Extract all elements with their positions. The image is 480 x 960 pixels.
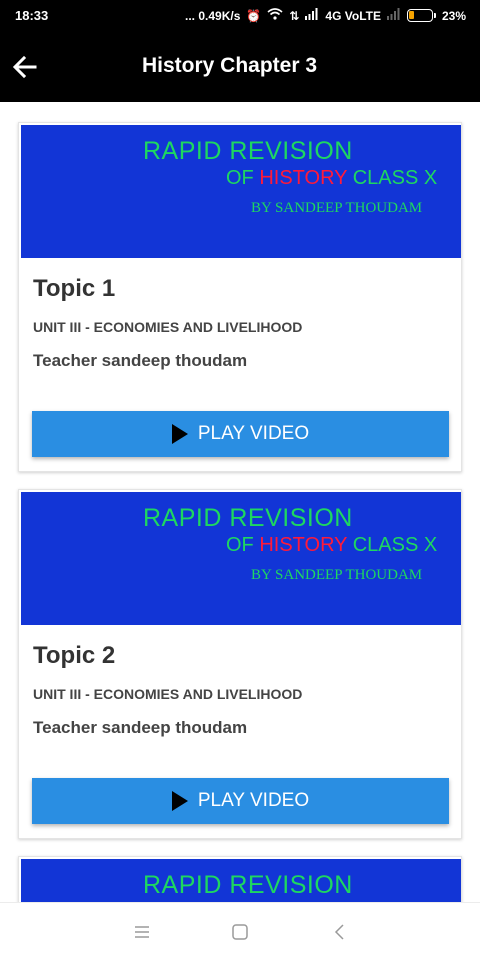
- menu-icon[interactable]: [130, 921, 154, 943]
- topic-title: Topic 2: [33, 642, 116, 669]
- thumbnail-line1: RAPID REVISION: [143, 871, 353, 899]
- topic-title: Topic 1: [33, 275, 116, 302]
- data-transfer-icon: ⇅: [289, 8, 300, 23]
- video-card: RAPID REVISION OF HISTORY CLASS X BY SAN…: [18, 489, 462, 839]
- unit-label: UNIT III - ECONOMIES AND LIVELIHOOD: [33, 319, 303, 335]
- video-thumbnail[interactable]: RAPID REVISION OF HISTORY CLASS X: [21, 859, 461, 902]
- video-thumbnail[interactable]: RAPID REVISION OF HISTORY CLASS X BY SAN…: [21, 125, 461, 258]
- battery-percent: 23%: [441, 8, 466, 23]
- play-icon: [171, 424, 188, 444]
- play-video-label: PLAY VIDEO: [197, 423, 310, 444]
- thumbnail-line2: OF HISTORY CLASS X: [226, 167, 438, 189]
- teacher-label: Teacher sandeep thoudam: [33, 718, 248, 737]
- thumbnail-line1: RAPID REVISION: [143, 504, 353, 532]
- net-speed: ... 0.49K/s: [185, 8, 241, 23]
- play-video-button[interactable]: PLAY VIDEO: [32, 778, 449, 824]
- signal-weak-icon: [386, 8, 401, 23]
- play-video-label: PLAY VIDEO: [197, 790, 310, 811]
- thumbnail-line1: RAPID REVISION: [143, 137, 353, 165]
- square-home-icon[interactable]: [228, 921, 252, 943]
- status-icons: ... 0.49K/s ⏰ ⇅ 4G VoLTE 23%: [185, 8, 466, 23]
- wifi-icon: [267, 8, 283, 23]
- network-type: 4G VoLTE: [325, 8, 381, 23]
- status-time: 18:33: [15, 8, 49, 23]
- video-card: RAPID REVISION OF HISTORY CLASS X BY SAN…: [18, 122, 462, 472]
- page-title: History Chapter 3: [142, 54, 318, 77]
- arrow-left-icon[interactable]: [10, 52, 40, 82]
- video-list[interactable]: RAPID REVISION OF HISTORY CLASS X BY SAN…: [0, 102, 480, 902]
- system-nav-bar: [0, 902, 480, 960]
- thumbnail-line3: BY SANDEEP THOUDAM: [251, 567, 423, 583]
- video-thumbnail[interactable]: RAPID REVISION OF HISTORY CLASS X BY SAN…: [21, 492, 461, 625]
- signal-icon: [305, 8, 319, 23]
- teacher-label: Teacher sandeep thoudam: [33, 351, 248, 370]
- thumbnail-line2: OF HISTORY CLASS X: [226, 534, 438, 556]
- alarm-icon: ⏰: [246, 8, 262, 23]
- play-icon: [171, 791, 188, 811]
- unit-label: UNIT III - ECONOMIES AND LIVELIHOOD: [33, 686, 303, 702]
- thumbnail-line3: BY SANDEEP THOUDAM: [251, 200, 423, 216]
- chevron-back-icon[interactable]: [328, 921, 352, 943]
- status-bar: 18:33 ... 0.49K/s ⏰ ⇅ 4G VoLTE 23%: [0, 0, 480, 32]
- video-card: RAPID REVISION OF HISTORY CLASS X: [18, 856, 462, 902]
- battery-icon: [406, 9, 436, 22]
- app-bar: History Chapter 3: [0, 32, 480, 102]
- play-video-button[interactable]: PLAY VIDEO: [32, 411, 449, 457]
